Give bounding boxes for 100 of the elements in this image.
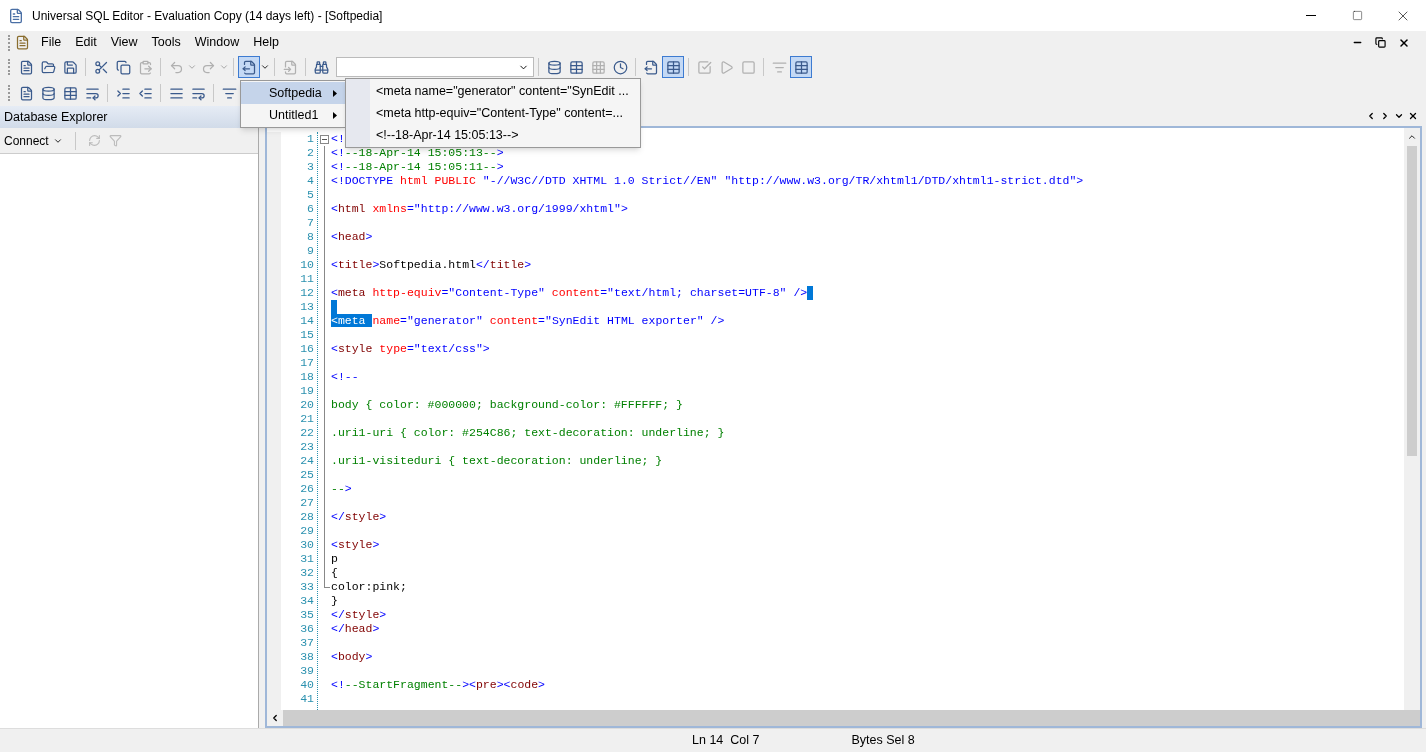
line-number: 8: [307, 230, 314, 244]
connect-button[interactable]: Connect: [4, 131, 63, 150]
snippet-menu-item[interactable]: <meta http-equiv="Content-Type" content=...: [370, 102, 629, 124]
line-number: 29: [300, 524, 314, 538]
line-number: 14: [300, 314, 314, 328]
line-number: 34: [300, 594, 314, 608]
scroll-left-icon[interactable]: [270, 713, 280, 723]
line-number: 5: [307, 188, 314, 202]
line-number: 12: [300, 286, 314, 300]
line-number: 37: [300, 636, 314, 650]
line-number: 33: [300, 580, 314, 594]
line-number: 32: [300, 566, 314, 580]
line-number: 24: [300, 454, 314, 468]
line-number: 23: [300, 440, 314, 454]
close-tab-icon[interactable]: [1408, 111, 1418, 121]
line-number: 9: [307, 244, 314, 258]
document-list-icon[interactable]: [238, 56, 260, 78]
code-line: }: [331, 594, 338, 608]
code-line: -->: [331, 482, 352, 496]
code-line: <meta name="generator" content="SynEdit HTML exporter" />: [331, 314, 725, 328]
menu-item[interactable]: Window: [187, 32, 247, 53]
selection-size: Bytes Sel 8: [851, 732, 915, 750]
submenu-arrow-icon: [333, 111, 337, 119]
code-line: <!--: [331, 370, 359, 384]
line-number: 3: [307, 160, 314, 174]
line-number: 4: [307, 174, 314, 188]
line-number: 41: [300, 692, 314, 706]
line-number: 18: [300, 370, 314, 384]
line-number: 15: [300, 328, 314, 342]
line-number: 2: [307, 146, 314, 160]
code-line: {: [331, 566, 338, 580]
panel-title: Database Explorer: [4, 108, 108, 126]
line-number: 40: [300, 678, 314, 692]
scroll-left-icon[interactable]: [1366, 111, 1376, 121]
menu-item[interactable]: Help: [246, 32, 286, 53]
fold-collapse-icon[interactable]: [320, 134, 329, 144]
document-menu-item[interactable]: Untitled1: [241, 104, 345, 126]
cursor-position: Ln 14 Col 7: [692, 732, 760, 750]
close-icon[interactable]: [1398, 36, 1410, 49]
scroll-up-icon[interactable]: [1407, 132, 1417, 142]
code-line: </style>: [331, 608, 387, 622]
line-number: 6: [307, 202, 314, 216]
line-number: 11: [300, 272, 314, 286]
code-line: <!: [331, 132, 345, 146]
line-number: 26: [300, 482, 314, 496]
line-number: 31: [300, 552, 314, 566]
code-line: .uri1-uri { color: #254C86; text-decoration: underline; }: [331, 426, 725, 440]
line-number: 21: [300, 412, 314, 426]
code-line: <!DOCTYPE html PUBLIC "-//W3C//DTD XHTML 1.0 Strict//EN" "http://www.w3.org/TR/xhtml1/DTD/xhtml1-strict.dtd">: [331, 174, 1084, 188]
menu-item[interactable]: View: [103, 32, 145, 53]
line-number: 10: [300, 258, 314, 272]
menu-item[interactable]: File: [34, 32, 69, 53]
document-icon: [15, 35, 30, 50]
line-number: 28: [300, 510, 314, 524]
menu-item[interactable]: Edit: [68, 32, 104, 53]
tab-list-icon[interactable]: [1394, 111, 1404, 121]
document-menu-item[interactable]: Softpedia: [241, 82, 345, 104]
minimize-icon: [1306, 15, 1316, 16]
scroll-right-icon[interactable]: [1380, 111, 1390, 121]
snippet-menu-item[interactable]: <!--18-Apr-14 15:05:13-->: [370, 124, 629, 146]
line-number: 30: [300, 538, 314, 552]
menu-icon-column: [346, 79, 370, 147]
result-grid-icon[interactable]: [662, 56, 684, 78]
line-number: 25: [300, 468, 314, 482]
code-line: <!--18-Apr-14 15:05:11-->: [331, 160, 504, 174]
code-line: color:pink;: [331, 580, 407, 594]
line-number: 20: [300, 398, 314, 412]
code-line: <style type="text/css">: [331, 342, 490, 356]
restore-icon[interactable]: [1375, 37, 1386, 48]
code-line: </style>: [331, 510, 387, 524]
line-number: 19: [300, 384, 314, 398]
line-number: 36: [300, 622, 314, 636]
line-number: 16: [300, 342, 314, 356]
code-line: </head>: [331, 622, 380, 636]
code-line: p: [331, 552, 338, 566]
line-number: 27: [300, 496, 314, 510]
code-line: <style>: [331, 538, 380, 552]
line-number: 39: [300, 664, 314, 678]
menu-item[interactable]: Tools: [144, 32, 188, 53]
code-line: .uri1-visiteduri { text-decoration: underline; }: [331, 454, 663, 468]
caret-icon[interactable]: [260, 62, 270, 72]
code-line: <title>Softpedia.html</title>: [331, 258, 532, 272]
line-number: 22: [300, 426, 314, 440]
code-line: <head>: [331, 230, 373, 244]
window-title: Universal SQL Editor - Evaluation Copy (14 days left) - [Softpedia]: [32, 7, 383, 25]
snippet-menu-item[interactable]: <meta name="generator" content="SynEdit ...: [370, 80, 629, 102]
submenu-arrow-icon: [333, 89, 337, 97]
app-icon: [8, 7, 24, 24]
code-line: <body>: [331, 650, 373, 664]
line-number: 17: [300, 356, 314, 370]
line-number: 38: [300, 650, 314, 664]
line-number: 13: [300, 300, 314, 314]
code-line: <!--StartFragment--><pre><code>: [331, 678, 545, 692]
code-line: <!--18-Apr-14 15:05:13-->: [331, 146, 504, 160]
panel-icon[interactable]: [790, 56, 812, 78]
code-line: <html xmlns="http://www.w3.org/1999/xhtml">: [331, 202, 628, 216]
line-number: 7: [307, 216, 314, 230]
line-number: 1: [307, 132, 314, 146]
line-number: 35: [300, 608, 314, 622]
code-line: body { color: #000000; background-color: #FFFFFF; }: [331, 398, 683, 412]
